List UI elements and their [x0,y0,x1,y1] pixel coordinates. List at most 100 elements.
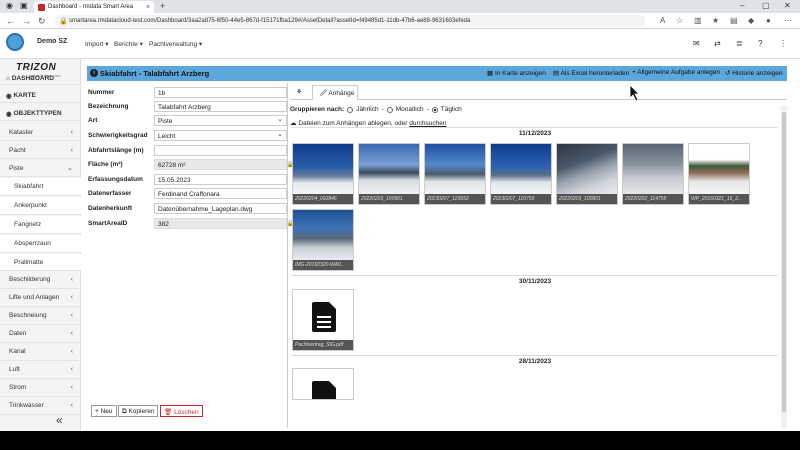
sidebar-item-strom[interactable]: Strom ‹ [0,379,81,397]
sidebar-item-trinkwasser[interactable]: Trinkwasser ‹ [0,397,81,415]
profile-icon[interactable]: ◉ [6,1,13,10]
attachment-thumb[interactable]: 20220203_100901 [358,143,420,205]
menu-import[interactable]: Import ▾ [85,40,109,48]
user-menu-icon[interactable]: ⋮ [779,39,787,48]
new-button[interactable]: + Neu [91,405,117,417]
chevron-down-icon: ⌄ [67,165,73,172]
chevron-left-icon: ‹ [70,330,73,337]
chevron-left-icon: ‹ [70,294,73,301]
date-header-2: 30/11/2023 [518,278,552,285]
app-logo[interactable] [6,33,24,51]
sidebar-item-absperrzaun[interactable]: Absperrzaun [0,235,81,253]
site-favicon-icon [38,3,45,11]
favorites-icon[interactable]: ★ [712,16,719,25]
more-icon[interactable]: ⋯ [784,16,792,25]
sidebar-item-luft[interactable]: Luft ‹ [0,361,81,379]
help-icon[interactable]: ? [758,39,762,48]
chevron-left-icon: ‹ [70,402,73,409]
attachment-file-partial[interactable] [292,368,354,400]
delete-button[interactable]: 🗑 Löschen [160,405,203,417]
radio-monatlich[interactable] [386,106,393,113]
window-close-icon[interactable]: ✕ [784,1,791,10]
sync-icon[interactable]: ⇄ [714,39,721,48]
forward-icon[interactable]: → [22,16,31,26]
sidebar-item-dashboard[interactable]: ⌂ DASHBOARD [0,72,81,85]
upload-hint: ☁ Dateien zum Anhängen ablegen, oder dur… [290,120,447,127]
mouse-cursor-icon [629,84,640,102]
datenerfasser-input[interactable]: Ferdinand Craffonara [154,188,287,199]
database-icon[interactable]: ≣ [736,39,743,48]
attachment-thumb[interactable]: WP_20160321_15_2... [688,143,750,205]
tab-title: Dashboard - rmdata Smart Area [48,4,134,10]
sidebar-item-prallmatte[interactable]: Prallmatte [0,254,81,271]
collections-icon[interactable]: ▤ [730,16,738,25]
excel-download-button[interactable]: ▤ Als Excel herunterladen [553,69,629,77]
scrollbar-thumb[interactable] [782,112,786,412]
sidebar-item-lifte[interactable]: Lifte und Anlagen ‹ [0,289,81,307]
radio-taeglich[interactable] [431,106,438,113]
radio-jaehrlich[interactable] [347,106,354,113]
taskbar [0,431,800,450]
chevron-left-icon: ‹ [70,128,73,136]
attachment-thumb[interactable]: 20230207_110759 [490,143,552,205]
url-input[interactable]: 🔒 smartarea.rmdatacloud-test.com/Dashboa… [55,15,645,27]
minimize-icon[interactable]: – [740,1,744,10]
profile-avatar-icon[interactable]: ● [766,16,771,25]
copy-button[interactable]: ⧉ Kopieren [118,405,159,417]
sidebar-item-pacht[interactable]: Pacht ‹ [0,142,81,159]
maximize-icon[interactable]: ▢ [762,1,770,10]
attachment-thumb[interactable]: 20220204_092846 [292,143,354,205]
attachment-thumb[interactable]: 20220202_114755 [622,143,684,205]
show-on-map-button[interactable]: ▦ In Karte anzeigen [487,69,546,77]
art-select[interactable]: Piste [154,115,287,126]
read-aloud-icon[interactable]: A [660,16,665,25]
datenherkunft-input[interactable]: Datenübernahme_Lageplan.dwg [154,203,287,214]
menu-pachtverwaltung[interactable]: Pachtverwaltung ▾ [149,40,202,48]
tab-relations-icon[interactable]: ⚘ [296,88,302,96]
attachment-thumb[interactable]: IMG-20160320-WA0... [292,209,354,271]
date-header-3: 28/11/2023 [518,358,552,365]
menu-berichte[interactable]: Berichte ▾ [114,40,143,48]
objects-icon: ◉ [6,110,14,118]
sidebar-item-kanal[interactable]: Kanal ‹ [0,343,81,361]
collapse-sidebar-icon[interactable]: « [56,413,63,427]
sidebar-item-kataster[interactable]: Kataster ‹ [0,124,81,141]
sidebar-item-beschneiung[interactable]: Beschneiung ‹ [0,307,81,325]
sidebar-item-piste[interactable]: Piste ⌄ [0,160,81,177]
sidebar-item-karte[interactable]: ◉ KARTE [0,89,81,103]
browser-tabbar: ◉ ▣ Dashboard - rmdata Smart Area × + – … [0,0,800,13]
nummer-input[interactable]: 1b [154,87,287,98]
create-task-button[interactable]: + Allgemeine Aufgabe anlegen [632,69,720,76]
new-tab-icon[interactable]: + [160,1,165,11]
sidebar-item-fangnetz[interactable]: Fangnetz [0,216,81,234]
back-icon[interactable]: ← [6,16,15,26]
sidebar-item-skiabfahrt[interactable]: Skiabfahrt [0,178,81,196]
sidebar-item-beschilderung[interactable]: Beschilderung ‹ [0,271,81,289]
date-divider [292,275,778,276]
sidebar-item-objekttypen[interactable]: ◉ OBJEKTTYPEN [0,107,81,121]
browser-tab[interactable]: Dashboard - rmdata Smart Area × [34,1,154,13]
extension-icon[interactable]: ◆ [748,16,754,25]
abfahrtslaenge-input[interactable] [154,145,287,156]
erfassungsdatum-input[interactable]: 15.05.2023 [154,174,287,185]
split-screen-icon[interactable]: ▥ [694,16,702,25]
reload-icon[interactable]: ↻ [38,16,46,27]
show-history-button[interactable]: ↺ Historie anzeigen [725,69,783,77]
panel-header: i Skiabfahrt - Talabfahrt Arzberg ▦ In K… [87,66,787,81]
close-tab-icon[interactable]: × [146,4,150,11]
mail-icon[interactable]: ✉ [693,39,700,48]
attachment-file-pdf[interactable]: Pachtvertrag_SIG.pdf [292,289,354,351]
favorite-star-icon[interactable]: ☆ [676,16,683,25]
tab-anhaenge[interactable]: 🖉 Anhänge [312,85,358,100]
bezeichnung-input[interactable]: Talabfahrt Arzberg [154,101,287,112]
tab-actions-icon[interactable]: ▣ [20,1,28,10]
browse-link[interactable]: durchsuchen [409,120,446,127]
attachment-thumb[interactable]: 20220203_100801 [556,143,618,205]
sidebar-item-daten[interactable]: Daten ‹ [0,325,81,343]
map-icon: ▦ [487,70,495,77]
schwierigkeitsgrad-select[interactable]: Leicht [154,130,287,141]
chevron-left-icon: ‹ [70,384,73,391]
field-smartareaid: SmartAreaID 382 🔒 [88,218,294,229]
attachment-thumb[interactable]: 20230207_123652 [424,143,486,205]
sidebar-item-ankerpunkt[interactable]: Ankerpunkt [0,197,81,215]
